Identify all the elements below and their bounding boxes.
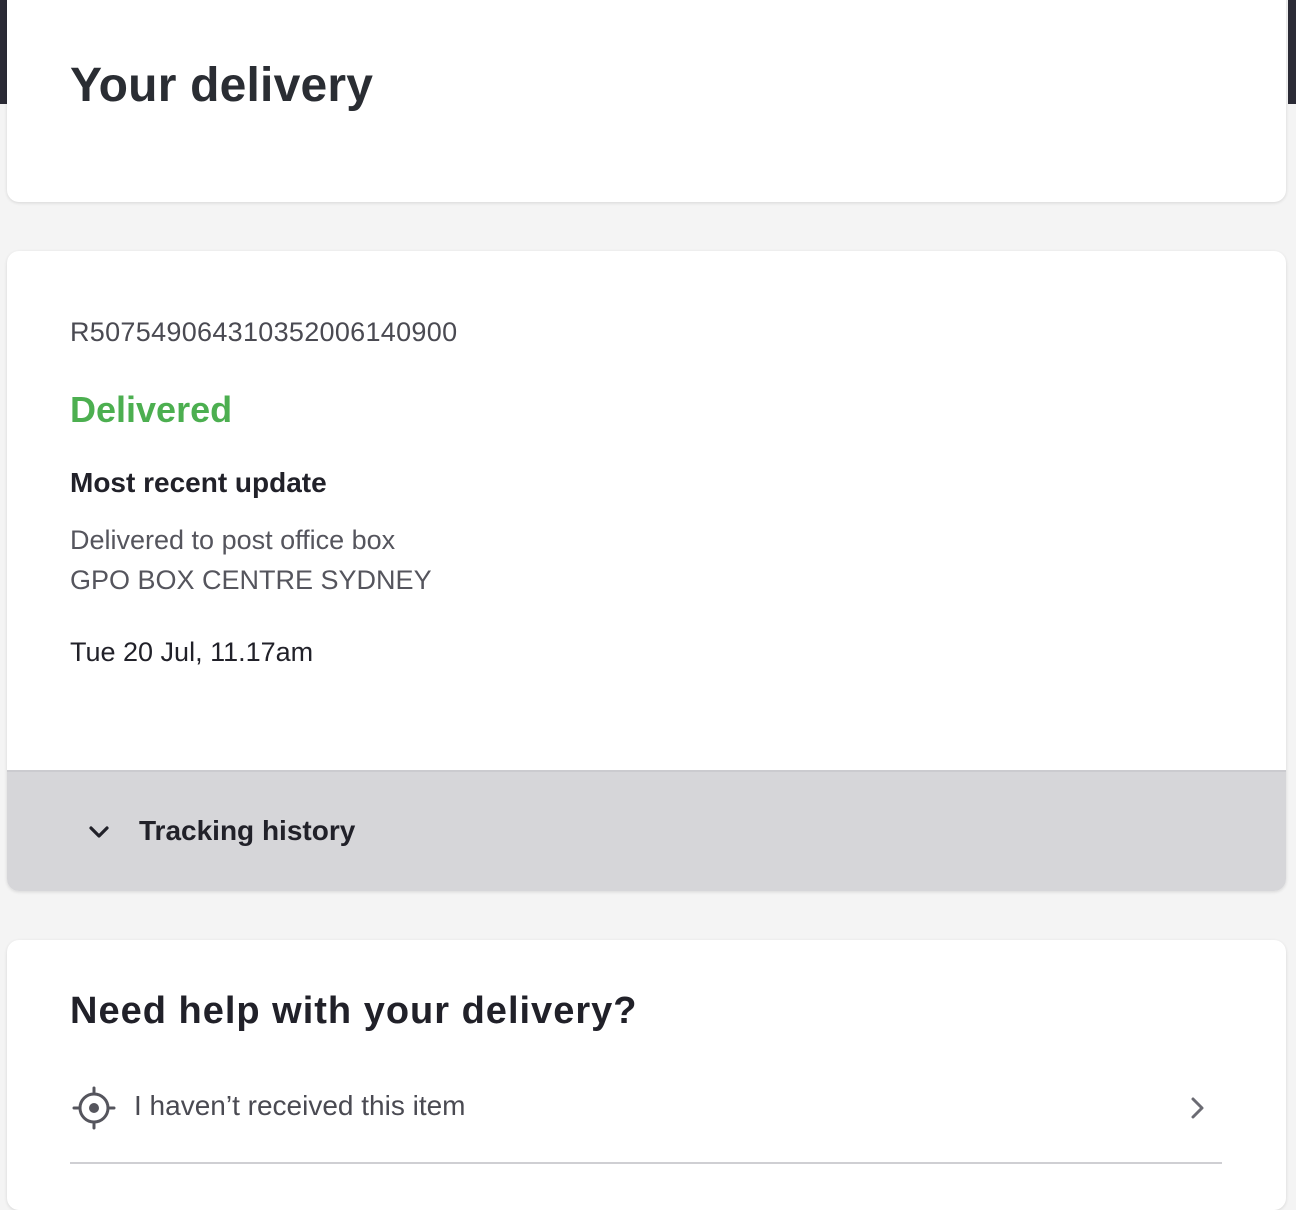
top-bar-edge-right (1288, 0, 1296, 104)
tracking-history-toggle[interactable]: Tracking history (7, 770, 1286, 891)
update-timestamp: Tue 20 Jul, 11.17am (70, 637, 314, 667)
target-icon (72, 1086, 116, 1130)
tracking-number: R5075490643103520061409​00 (70, 317, 458, 347)
update-location: GPO BOX CENTRE SYDNEY (70, 565, 432, 595)
help-title: Need help with your delivery? (70, 990, 638, 1032)
help-item-not-received[interactable]: I haven’t received this item (70, 1068, 1222, 1164)
delivery-card: R5075490643103520061409​00 Delivered Mos… (7, 251, 1286, 891)
page-title: Your delivery (70, 59, 374, 112)
header-card: Your delivery (7, 0, 1286, 202)
help-card: Need help with your delivery? I haven’t … (7, 940, 1286, 1210)
tracking-history-label: Tracking history (139, 815, 356, 846)
chevron-right-icon (1191, 1097, 1204, 1119)
chevron-down-icon (89, 826, 109, 838)
delivery-status: Delivered (70, 389, 233, 430)
most-recent-update-heading: Most recent update (70, 467, 327, 498)
help-item-label: I haven’t received this item (134, 1090, 466, 1121)
update-description: Delivered to post office box (70, 525, 396, 555)
